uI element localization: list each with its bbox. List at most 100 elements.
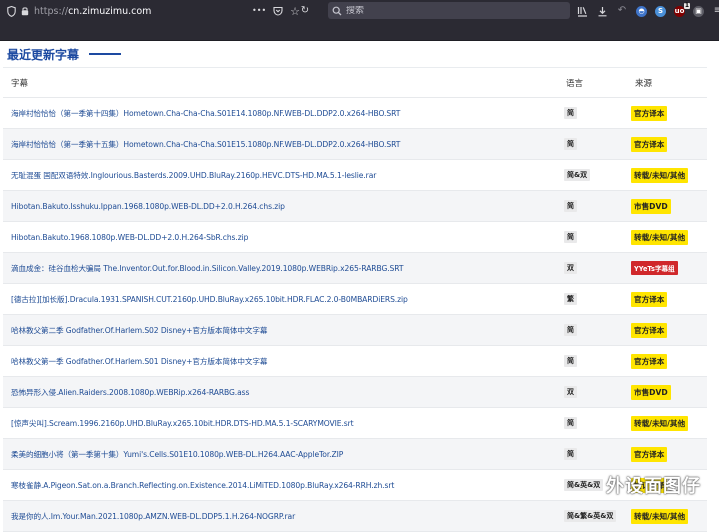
cell-name: [惊声尖叫].Scream.1996.2160p.UHD.BluRay.x265… — [3, 418, 558, 429]
language-badge: 简&繁&英&双 — [564, 510, 617, 522]
table-row: 无耻混蛋 国配双语特效.Inglourious.Basterds.2009.UH… — [3, 160, 707, 191]
page-content: 最近更新字幕 字幕 语言 来源 海岸村恰恰恰（第一季第十四集）Hometown.… — [0, 41, 719, 532]
column-header-source: 来源 — [635, 78, 653, 89]
shield-icon[interactable] — [4, 5, 18, 17]
table-row: Hibotan.Bakuto.1968.1080p.WEB-DL.DD+2.0.… — [3, 222, 707, 253]
language-badge: 简 — [564, 417, 577, 429]
source-badge: 官方译本 — [631, 105, 668, 121]
language-badge: 简 — [564, 231, 577, 243]
subtitle-link[interactable]: Hibotan.Bakuto.1968.1080p.WEB-DL.DD+2.0.… — [11, 233, 248, 242]
language-badge: 繁 — [564, 293, 577, 305]
subtitle-link[interactable]: 我是你的人.Im.Your.Man.2021.1080p.AMZN.WEB-DL… — [11, 512, 295, 521]
table-row: 哈林教父第二季 Godfather.Of.Harlem.S02 Disney+官… — [3, 315, 707, 346]
subtitle-link[interactable]: 恐怖异形入侵.Alien.Raiders.2008.1080p.WEBRip.x… — [11, 388, 249, 397]
source-badge: 转载/未知/其他 — [631, 167, 689, 183]
library-icon[interactable] — [576, 4, 588, 18]
language-badge: 简&双 — [564, 169, 591, 181]
column-header-name: 字幕 — [11, 78, 29, 89]
cell-source: 官方译本 — [627, 322, 707, 338]
source-badge: 官方译本 — [631, 291, 668, 307]
cell-language: 双 — [558, 386, 627, 398]
page-actions-menu-icon[interactable]: ••• — [252, 7, 266, 15]
ublock-count-badge: 1 — [683, 1, 690, 9]
table-row: 海岸村恰恰恰（第一季第十五集）Hometown.Cha-Cha-Cha.S01E… — [3, 129, 707, 160]
table-row: [德古拉][加长版].Dracula.1931.SPANISH.CUT.2160… — [3, 284, 707, 315]
extension-s-icon[interactable]: S — [655, 5, 666, 17]
table-row: [惊声尖叫].Scream.1996.2160p.UHD.BluRay.x265… — [3, 408, 707, 439]
language-badge: 双 — [564, 386, 577, 398]
cell-source: 官方译本 — [627, 105, 707, 121]
subtitle-link[interactable]: [惊声尖叫].Scream.1996.2160p.UHD.BluRay.x265… — [11, 419, 354, 428]
language-badge: 双 — [564, 262, 577, 274]
subtitle-link[interactable]: 无耻混蛋 国配双语特效.Inglourious.Basterds.2009.UH… — [11, 171, 376, 180]
subtitle-link[interactable]: Hibotan.Bakuto.Isshuku.Ippan.1968.1080p.… — [11, 202, 285, 211]
cell-source: 转载/未知/其他 — [627, 508, 707, 524]
lock-icon[interactable] — [18, 6, 32, 16]
source-badge: 转载/未知/其他 — [631, 415, 689, 431]
cell-language: 简 — [558, 200, 627, 212]
back-arrow-icon[interactable]: ↶ — [616, 4, 628, 18]
subtitle-link[interactable]: 寒枝雀静.A.Pigeon.Sat.on.a.Branch.Reflecting… — [11, 481, 394, 490]
browser-toolbar: https://cn.zimuzimu.com ••• ☆ ↻ ↶ ◓ S uo… — [0, 0, 719, 22]
source-badge: 市售DVD — [631, 384, 671, 400]
table-row: 寒枝雀静.A.Pigeon.Sat.on.a.Branch.Reflecting… — [3, 470, 707, 501]
language-badge: 简 — [564, 448, 577, 460]
cell-name: 哈林教父第一季 Godfather.Of.Harlem.S01 Disney+官… — [3, 356, 558, 367]
subtitle-link[interactable]: 哈林教父第一季 Godfather.Of.Harlem.S01 Disney+官… — [11, 357, 267, 366]
cell-source: 市售DVD — [627, 198, 707, 214]
subtitle-link[interactable]: 柔美的细胞小将（第一季第十集）Yumi's.Cells.S01E10.1080p… — [11, 450, 343, 459]
source-badge: 官方译本 — [631, 353, 668, 369]
cell-source: 转载/未知/其他 — [627, 415, 707, 431]
url-text[interactable]: https://cn.zimuzimu.com — [34, 6, 151, 17]
table-header: 字幕 语言 来源 — [3, 68, 707, 98]
cell-language: 简 — [558, 231, 627, 243]
cell-language: 简 — [558, 448, 627, 460]
subtitle-link[interactable]: 滴血成金：硅谷血检大骗局 The.Inventor.Out.for.Blood.… — [11, 264, 404, 273]
downloads-icon[interactable] — [596, 4, 608, 18]
cell-name: 哈林教父第二季 Godfather.Of.Harlem.S02 Disney+官… — [3, 325, 558, 336]
cell-name: [德古拉][加长版].Dracula.1931.SPANISH.CUT.2160… — [3, 294, 558, 305]
subtitle-link[interactable]: 哈林教父第二季 Godfather.Of.Harlem.S02 Disney+官… — [11, 326, 267, 335]
subtitle-link[interactable]: [德古拉][加长版].Dracula.1931.SPANISH.CUT.2160… — [11, 295, 408, 304]
source-badge: 官方译本 — [631, 446, 668, 462]
cell-language: 简&双 — [558, 169, 627, 181]
cell-name: 我是你的人.Im.Your.Man.2021.1080p.AMZN.WEB-DL… — [3, 511, 558, 522]
cell-source: 官方译本 — [627, 291, 707, 307]
ublock-icon[interactable]: uo 1 — [674, 2, 690, 17]
subtitle-table: 字幕 语言 来源 海岸村恰恰恰（第一季第十四集）Hometown.Cha-Cha… — [3, 67, 707, 532]
menu-hamburger-icon[interactable]: ≡ — [712, 4, 719, 18]
reload-icon[interactable]: ↻ — [298, 3, 312, 19]
cell-name: 海岸村恰恰恰（第一季第十四集）Hometown.Cha-Cha-Cha.S01E… — [3, 108, 558, 119]
cell-name: 海岸村恰恰恰（第一季第十五集）Hometown.Cha-Cha-Cha.S01E… — [3, 139, 558, 150]
table-row: 海岸村恰恰恰（第一季第十四集）Hometown.Cha-Cha-Cha.S01E… — [3, 98, 707, 129]
search-bar[interactable] — [328, 2, 570, 19]
subtitle-link[interactable]: 海岸村恰恰恰（第一季第十五集）Hometown.Cha-Cha-Cha.S01E… — [11, 140, 400, 149]
table-row: 滴血成金：硅谷血检大骗局 The.Inventor.Out.for.Blood.… — [3, 253, 707, 284]
table-row: 柔美的细胞小将（第一季第十集）Yumi's.Cells.S01E10.1080p… — [3, 439, 707, 470]
language-badge: 简 — [564, 324, 577, 336]
source-badge: 官方译本 — [631, 136, 668, 152]
cell-source: YYeTs字幕组 — [627, 261, 707, 275]
watermark: 外设面图仔 — [606, 476, 701, 497]
cell-name: Hibotan.Bakuto.Isshuku.Ippan.1968.1080p.… — [3, 202, 558, 211]
cell-source: 官方译本 — [627, 136, 707, 152]
toolbar-spacer — [0, 22, 719, 41]
extensions-puzzle-icon[interactable]: ▣ — [693, 5, 704, 17]
column-header-language: 语言 — [566, 78, 584, 89]
source-badge: YYeTs字幕组 — [631, 261, 678, 275]
language-badge: 简&英&双 — [564, 479, 604, 491]
cell-name: 滴血成金：硅谷血检大骗局 The.Inventor.Out.for.Blood.… — [3, 263, 558, 274]
cell-language: 简 — [558, 324, 627, 336]
source-badge: 市售DVD — [631, 198, 671, 214]
cell-source: 官方译本 — [627, 353, 707, 369]
cell-language: 简 — [558, 417, 627, 429]
extension-globe-icon[interactable]: ◓ — [636, 5, 647, 17]
table-row: Hibotan.Bakuto.Isshuku.Ippan.1968.1080p.… — [3, 191, 707, 222]
language-badge: 简 — [564, 107, 577, 119]
pocket-icon[interactable] — [273, 6, 283, 16]
table-row: 哈林教父第一季 Godfather.Of.Harlem.S01 Disney+官… — [3, 346, 707, 377]
source-badge: 官方译本 — [631, 322, 668, 338]
subtitle-link[interactable]: 海岸村恰恰恰（第一季第十四集）Hometown.Cha-Cha-Cha.S01E… — [11, 109, 400, 118]
cell-language: 双 — [558, 262, 627, 274]
search-input[interactable] — [346, 5, 546, 16]
